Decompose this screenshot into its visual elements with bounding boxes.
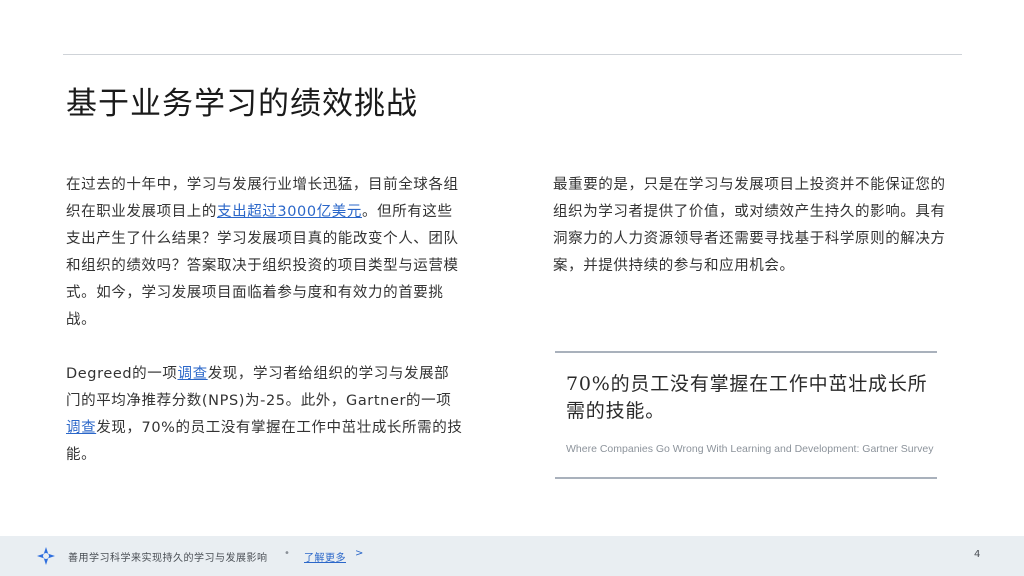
spending-link[interactable]: 支出超过3000亿美元 [217,204,362,220]
pull-quote-text: 70%的员工没有掌握在工作中茁壮成长所需的技能。 [566,373,928,422]
right-column: 最重要的是，只是在学习与发展项目上投资并不能保证您的组织为学习者提供了价值，或对… [553,172,949,280]
footer-text: 善用学习科学来实现持久的学习与发展影响 [68,553,268,564]
intro-text-2: 。但所有这些支出产生了什么结果？学习发展项目真的能改变个人、团队和组织的绩效吗？… [66,204,459,328]
footer-bar: 善用学习科学来实现持久的学习与发展影响 • 了解更多 > 4 [0,536,1024,576]
survey-text-1: Degreed的一项 [66,366,178,382]
intro-paragraph: 在过去的十年中，学习与发展行业增长迅猛，目前全球各组织在职业发展项目上的支出超过… [66,172,464,334]
right-paragraph: 最重要的是，只是在学习与发展项目上投资并不能保证您的组织为学习者提供了价值，或对… [553,177,946,274]
top-divider [63,54,962,55]
gartner-survey-link[interactable]: 调查 [66,420,96,436]
footer-separator: • [284,548,290,559]
survey-text-3: 发现，70%的员工没有掌握在工作中茁壮成长所需的技能。 [66,420,463,463]
pull-quote-source: Where Companies Go Wrong With Learning a… [566,443,934,455]
chevron-right-icon[interactable]: > [355,548,363,559]
pull-quote: 70%的员工没有掌握在工作中茁壮成长所需的技能。 Where Companies… [555,351,937,479]
left-column: 在过去的十年中，学习与发展行业增长迅猛，目前全球各组织在职业发展项目上的支出超过… [66,172,464,469]
page-title: 基于业务学习的绩效挑战 [66,86,418,122]
survey-paragraph: Degreed的一项调查发现，学习者给组织的学习与发展部门的平均净推荐分数(NP… [66,361,464,469]
page-number: 4 [974,549,981,560]
degreed-logo-icon [36,546,56,566]
degreed-survey-link[interactable]: 调查 [177,366,207,382]
learn-more-link[interactable]: 了解更多 [304,549,346,564]
